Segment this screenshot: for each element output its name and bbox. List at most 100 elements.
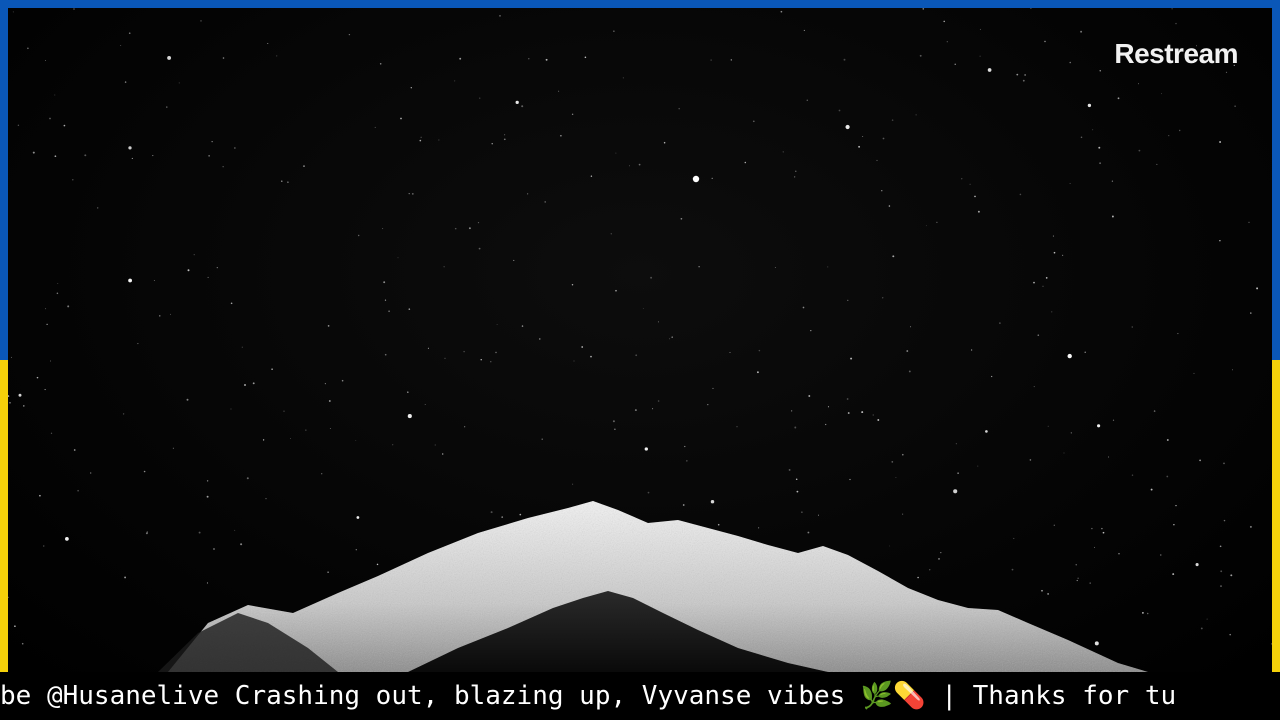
star (929, 569, 931, 571)
star (464, 426, 466, 428)
star (355, 440, 357, 441)
star (669, 338, 671, 340)
star (758, 349, 761, 352)
star (1206, 618, 1208, 620)
star (400, 117, 402, 120)
star (124, 576, 127, 579)
star (207, 276, 209, 278)
star (1033, 386, 1035, 388)
star (827, 406, 830, 408)
star (1199, 459, 1201, 462)
star (97, 207, 99, 209)
star (647, 491, 650, 494)
star (281, 180, 283, 182)
star (736, 426, 738, 428)
star (1019, 193, 1022, 196)
star (54, 94, 56, 96)
star (876, 159, 878, 161)
star (206, 480, 209, 482)
star (1092, 129, 1094, 131)
star (850, 357, 853, 360)
star (357, 234, 360, 237)
star (1223, 462, 1225, 465)
star (908, 370, 911, 373)
star (137, 343, 139, 345)
star (663, 141, 666, 144)
star (1219, 545, 1222, 548)
star (560, 135, 562, 137)
star (1024, 74, 1026, 76)
star (128, 32, 131, 35)
star (657, 321, 659, 323)
star (1230, 574, 1233, 577)
star (23, 405, 25, 407)
star (46, 323, 48, 326)
star (1146, 612, 1149, 615)
star (999, 322, 1001, 324)
star (271, 368, 273, 371)
star (1150, 488, 1153, 491)
star (961, 178, 963, 180)
star (1089, 582, 1091, 584)
star (1067, 353, 1072, 359)
star (847, 412, 850, 414)
star (8, 596, 9, 598)
star (545, 58, 548, 61)
star (644, 447, 648, 451)
stream-overlay: Restream be @Husanelive Crashing out, bl… (0, 0, 1280, 720)
star (1111, 180, 1114, 182)
star (1131, 474, 1134, 476)
star (382, 228, 384, 230)
star (977, 465, 979, 467)
star (145, 532, 148, 535)
star (57, 283, 59, 284)
star (1047, 425, 1049, 427)
star (49, 117, 51, 120)
star (622, 77, 624, 79)
star (1047, 593, 1049, 595)
star (1091, 527, 1093, 530)
star (849, 478, 851, 481)
star (1063, 452, 1065, 454)
star (515, 100, 519, 105)
star (571, 113, 574, 116)
star (206, 582, 209, 584)
star (919, 54, 922, 57)
restream-logo: Restream (1114, 38, 1238, 69)
star (54, 155, 57, 158)
star (50, 360, 52, 362)
star (287, 181, 289, 184)
star (521, 325, 524, 327)
star (572, 483, 574, 485)
star (795, 170, 797, 172)
star (1220, 570, 1223, 573)
star (1166, 439, 1169, 441)
star (252, 382, 255, 385)
star (788, 468, 791, 471)
star (922, 8, 925, 10)
star (825, 423, 827, 426)
star (244, 384, 246, 386)
star (490, 361, 492, 363)
star (427, 347, 429, 349)
star (780, 10, 783, 13)
star (1178, 129, 1181, 132)
star (303, 165, 305, 167)
star (1168, 135, 1170, 137)
star (124, 81, 127, 83)
star (782, 151, 784, 153)
star (1044, 40, 1046, 43)
star (479, 97, 481, 99)
star (774, 267, 776, 268)
star (480, 359, 482, 361)
star (1171, 8, 1173, 10)
star (1172, 573, 1175, 576)
star (1051, 311, 1053, 313)
star (122, 413, 125, 415)
star (1030, 8, 1032, 9)
star (1016, 73, 1019, 76)
star (1248, 221, 1250, 224)
star (468, 227, 471, 230)
star (166, 106, 168, 108)
star (862, 136, 864, 138)
